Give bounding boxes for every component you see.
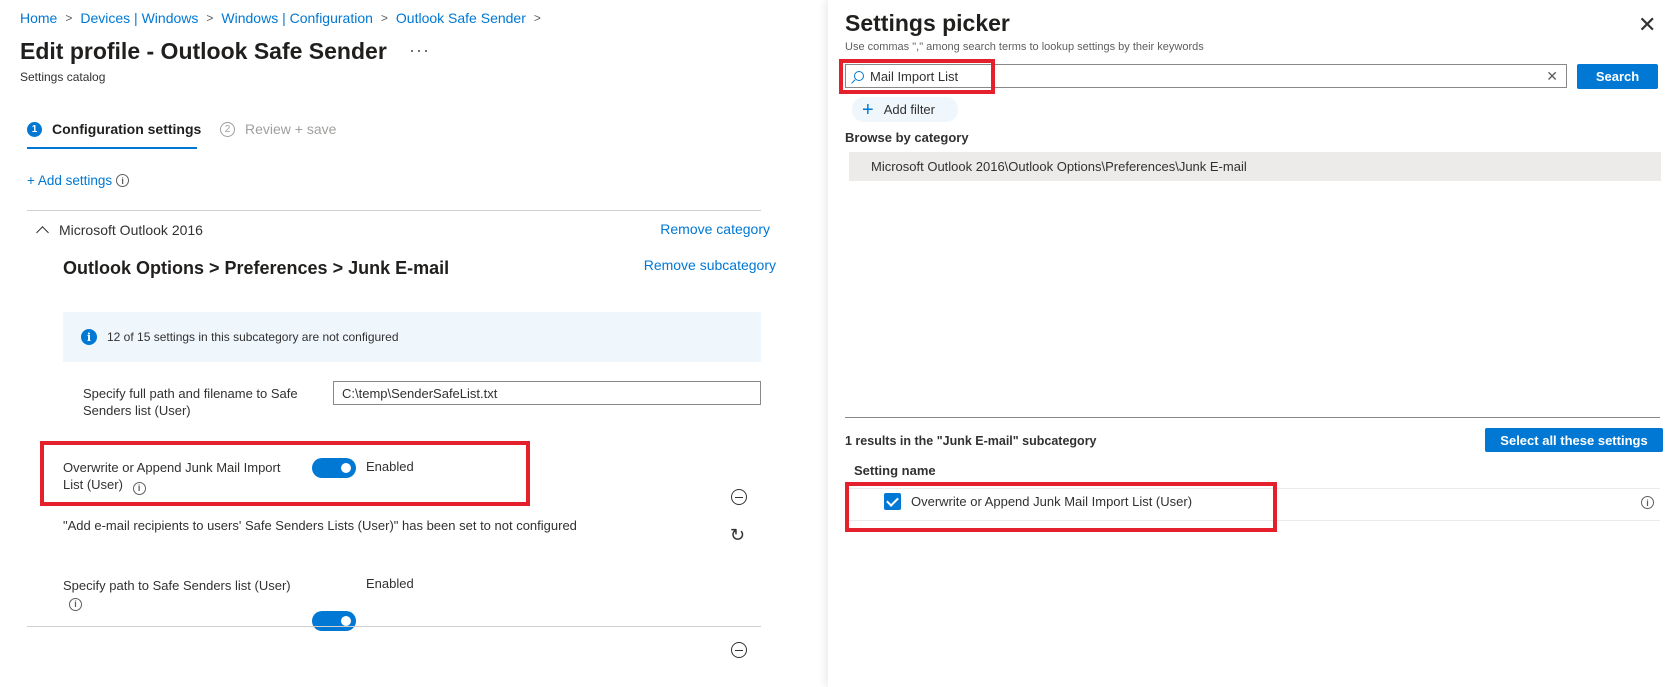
info-icon: i [81,329,97,345]
active-step-underline [27,147,197,149]
info-message-text: 12 of 15 settings in this subcategory ar… [107,330,399,344]
page-title: Edit profile - Outlook Safe Sender [20,38,387,64]
clear-icon[interactable]: ✕ [1546,68,1558,85]
remove-subcategory-link[interactable]: Remove subcategory [644,257,776,273]
breadcrumb: Home > Devices | Windows > Windows | Con… [20,10,541,26]
highlight-box [845,482,1277,532]
breadcrumb-devices-windows[interactable]: Devices | Windows [80,10,198,26]
not-configured-message: "Add e-mail recipients to users' Safe Se… [63,518,577,533]
step-configuration-settings[interactable]: 1 Configuration settings [27,121,201,137]
safe-senders-path-label: Specify full path and filename to Safe S… [83,386,298,418]
chevron-right-icon: > [65,11,73,25]
panel-subtitle: Use commas "," among search terms to loo… [845,41,1204,53]
safe-senders-list-label-text: Specify path to Safe Senders list (User) [63,578,291,593]
chevron-right-icon: > [533,11,541,25]
add-filter-button[interactable]: + Add filter [852,97,958,122]
info-message-bar: i 12 of 15 settings in this subcategory … [63,312,761,362]
chevron-up-icon[interactable] [36,225,49,239]
more-options-icon[interactable]: ··· [409,40,430,61]
divider [845,417,1660,418]
safe-senders-list-toggle[interactable] [312,611,356,631]
browse-by-category-label: Browse by category [845,130,969,145]
step-number-badge: 1 [27,121,42,137]
remove-setting-icon[interactable] [731,642,747,658]
chevron-right-icon: > [380,11,388,25]
breadcrumb-outlook-safe-sender[interactable]: Outlook Safe Sender [396,10,526,26]
divider [27,626,761,627]
close-icon[interactable]: ✕ [1638,12,1656,38]
panel-title: Settings picker [845,10,1010,36]
chevron-right-icon: > [206,11,214,25]
add-filter-label: Add filter [883,102,935,117]
remove-category-link[interactable]: Remove category [660,221,770,237]
edit-profile-pane: Home > Devices | Windows > Windows | Con… [0,0,828,687]
breadcrumb-windows-configuration[interactable]: Windows | Configuration [221,10,372,26]
page-subtitle: Settings catalog [20,70,106,84]
category-name: Microsoft Outlook 2016 [59,222,203,238]
add-settings-label[interactable]: + Add settings [27,173,112,188]
toggle-state-label: Enabled [366,576,414,591]
highlight-box [40,441,530,506]
highlight-box [839,59,995,94]
safe-senders-path-input[interactable] [333,381,761,405]
divider [27,210,761,211]
info-icon[interactable]: i [69,598,82,611]
step-number-badge: 2 [220,121,235,137]
breadcrumb-home[interactable]: Home [20,10,57,26]
category-list-item[interactable]: Microsoft Outlook 2016\Outlook Options\P… [849,152,1661,181]
step-review-save[interactable]: 2 Review + save [220,121,336,137]
results-count-label: 1 results in the "Junk E-mail" subcatego… [845,434,1097,448]
info-icon[interactable]: i [1641,496,1654,509]
remove-setting-icon[interactable] [731,489,747,505]
plus-icon: + [862,98,874,121]
select-all-button[interactable]: Select all these settings [1485,428,1663,452]
column-header-setting-name[interactable]: Setting name [854,463,936,478]
step-label: Configuration settings [52,121,202,137]
search-button[interactable]: Search [1577,64,1658,89]
info-icon[interactable]: i [116,174,130,187]
subcategory-title: Outlook Options > Preferences > Junk E-m… [63,258,450,278]
undo-icon[interactable]: ↺ [730,525,745,546]
settings-picker-panel: Settings picker Use commas "," among sea… [828,0,1678,687]
category-header[interactable]: Microsoft Outlook 2016 [36,222,203,239]
safe-senders-list-label: Specify path to Safe Senders list (User)… [63,577,293,611]
step-label: Review + save [245,121,337,137]
add-settings-link[interactable]: + Add settings i [27,173,130,188]
